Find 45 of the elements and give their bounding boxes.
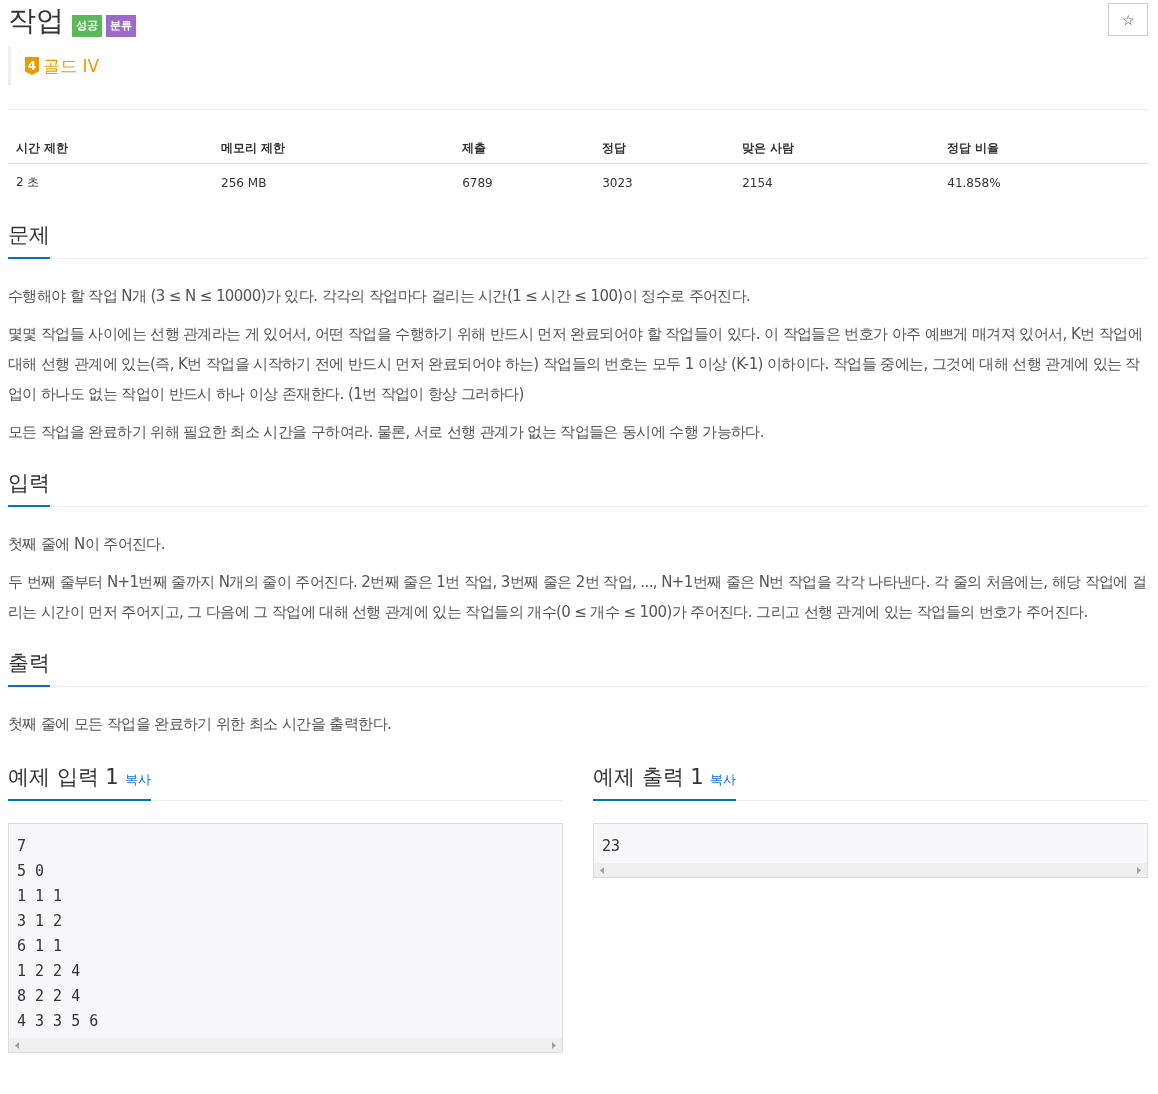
horizontal-scrollbar[interactable]: [9, 1038, 562, 1052]
code-line: 8 2 2 4: [17, 986, 82, 1007]
column-header: 정답 비율: [939, 134, 1148, 164]
tier-badge-icon: 4: [25, 57, 39, 75]
code-line: 7: [17, 836, 28, 857]
scroll-right-icon[interactable]: [551, 1041, 556, 1049]
column-header: 시간 제한: [8, 134, 214, 164]
code-line: 23: [602, 836, 622, 857]
column-header: 제출: [454, 134, 595, 164]
code-line: 1 2 2 4: [17, 961, 82, 982]
table-cell: 2 초: [8, 163, 214, 199]
paragraph: 첫째 줄에 N이 주어진다.: [8, 534, 166, 555]
scroll-left-icon[interactable]: [15, 1041, 20, 1049]
copy-link[interactable]: 복사: [710, 772, 737, 787]
copy-link[interactable]: 복사: [125, 772, 152, 787]
code-line: 6 1 1: [17, 936, 64, 957]
problem-title: 작업: [8, 3, 64, 39]
scroll-left-icon[interactable]: [600, 866, 605, 874]
code-line: 1 1 1: [17, 886, 64, 907]
label-tag: 분류: [106, 15, 136, 37]
table-cell: 3023: [594, 163, 735, 199]
section-heading: 문제: [8, 221, 50, 259]
section-heading: 입력: [8, 469, 50, 507]
paragraph: 몇몇 작업들 사이에는 선행 관계라는 게 있어서, 어떤 작업을 수행하기 위해 반드시 먼저 완료되어야 할 작업들이 있다. 이 작업들은 번호가 아주 예쁘게 매겨져 있어서, K번 작업에 대해 선행 관계에 있는(즉, K번 작업을 시작하기 전에 반드시 먼저 완료되어야 하는) 작업들의 번호는 모두 1 이상 (K-1) 이하이다. 작업들 중에는, 그것에 대해 선행 관계에 있는 작업이 하나도 없는 작업이 반드시 하나 이상 존재한다. (1번 작업이 항상 그러하다): [8, 324, 1143, 405]
star-button[interactable]: ☆: [1108, 3, 1148, 36]
column-header: 맞은 사람: [734, 134, 940, 164]
table-cell: 41.858%: [939, 163, 1148, 199]
scroll-right-icon[interactable]: [1136, 866, 1141, 874]
table-cell: 256 MB: [213, 163, 455, 199]
column-header: 메모리 제한: [213, 134, 455, 164]
paragraph: 첫째 줄에 모든 작업을 완료하기 위한 최소 시간을 출력한다.: [8, 714, 393, 735]
column-header: 정답: [594, 134, 735, 164]
code-line: 3 1 2: [17, 911, 64, 932]
table-cell: 6789: [454, 163, 595, 199]
paragraph: 두 번째 줄부터 N+1번째 줄까지 N개의 줄이 주어진다. 2번째 줄은 1번 작업, 3번째 줄은 2번 작업, ..., N+1번째 줄은 N번 작업을 각각 나타낸다. 각 줄의 처음에는, 해당 작업에 걸리는 시간이 먼저 주어지고, 그 다음에 그 작업에 대해 선행 관계에 있는 작업들의 개수(0 ≤ 개수 ≤ 100)가 주어진다. 그리고 선행 관계에 있는 작업들의 번호가 주어진다.: [8, 572, 1148, 623]
label-tag: 성공: [72, 15, 102, 37]
paragraph: 수행해야 할 작업 N개 (3 ≤ N ≤ 10000)가 있다. 각각의 작업마다 걸리는 시간(1 ≤ 시간 ≤ 100)이 정수로 주어진다.: [8, 286, 752, 307]
horizontal-scrollbar[interactable]: [594, 863, 1147, 877]
sample-heading: 예제 입력 1: [8, 765, 119, 789]
sample-heading: 예제 출력 1: [593, 765, 704, 789]
table-cell: 2154: [734, 163, 940, 199]
paragraph: 모든 작업을 완료하기 위해 필요한 최소 시간을 구하여라. 물론, 서로 선행 관계가 없는 작업들은 동시에 수행 가능하다.: [8, 422, 765, 443]
section-heading: 출력: [8, 649, 50, 687]
code-line: 4 3 3 5 6: [17, 1011, 100, 1032]
code-line: 5 0: [17, 861, 46, 882]
